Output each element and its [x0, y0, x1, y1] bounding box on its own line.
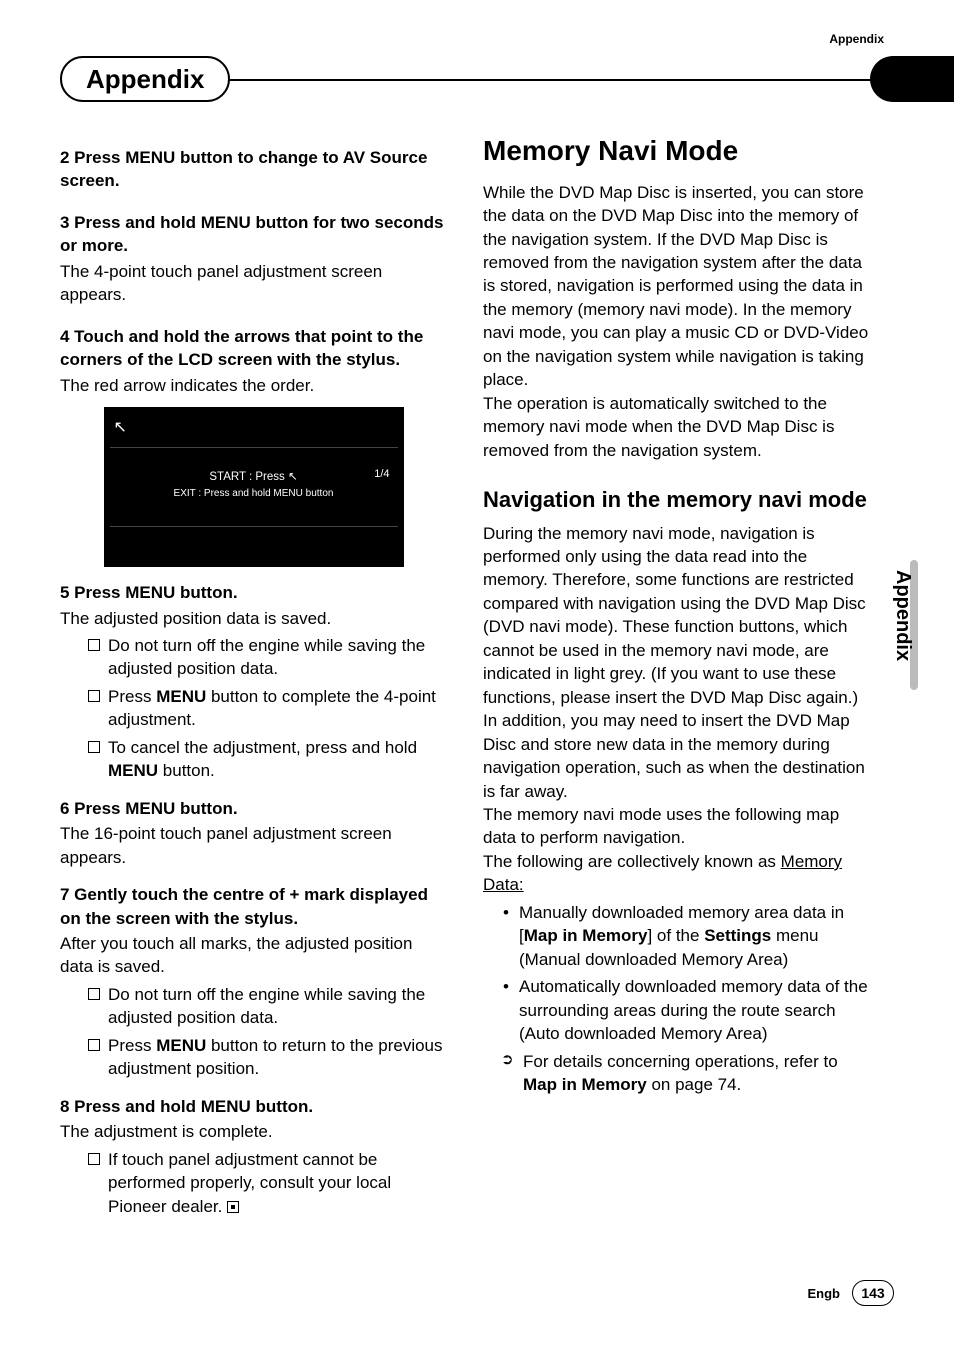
end-of-section-icon: [227, 1201, 239, 1213]
section-title: Appendix: [86, 64, 204, 95]
touch-adjust-screenshot: ↖ START : Press ↖ EXIT : Press and hold …: [104, 407, 404, 567]
step5-note2: Press MENU button to complete the 4-poin…: [88, 685, 447, 732]
nav-in-memory-p2: The memory navi mode uses the following …: [483, 803, 870, 850]
step-8-head: 8 Press and hold MENU button.: [60, 1095, 447, 1118]
step-2-head: 2 Press MENU button to change to AV Sour…: [60, 146, 447, 193]
page-footer: Engb 143: [808, 1280, 895, 1306]
screen-line2: EXIT : Press and hold MENU button: [104, 486, 404, 501]
step-3-head: 3 Press and hold MENU button for two sec…: [60, 211, 447, 258]
screen-line1a: START : Press: [209, 471, 288, 483]
step-8-body: The adjustment is complete.: [60, 1120, 447, 1143]
page-number: 143: [852, 1280, 894, 1306]
footer-lang: Engb: [808, 1286, 841, 1301]
step5-note3: To cancel the adjustment, press and hold…: [88, 736, 447, 783]
step7-note1: Do not turn off the engine while saving …: [88, 983, 447, 1030]
step-6-body: The 16-point touch panel adjustment scre…: [60, 822, 447, 869]
step-4-head: 4 Touch and hold the arrows that point t…: [60, 325, 447, 372]
left-column: 2 Press MENU button to change to AV Sour…: [60, 132, 447, 1226]
nav-in-memory-p3: The following are collectively known as …: [483, 850, 870, 897]
right-column: Memory Navi Mode While the DVD Map Disc …: [483, 132, 894, 1226]
screen-counter: 1/4: [374, 467, 389, 482]
step-7-body: After you touch all marks, the adjusted …: [60, 932, 447, 979]
step-5-head: 5 Press MENU button.: [60, 581, 447, 604]
screen-line1-arrow: ↖: [288, 471, 298, 483]
header-section-label: Appendix: [829, 32, 884, 46]
step7-note2: Press MENU button to return to the previ…: [88, 1034, 447, 1081]
memory-navi-heading: Memory Navi Mode: [483, 132, 870, 171]
section-header: Appendix: [60, 56, 894, 102]
step-6-head: 6 Press MENU button.: [60, 797, 447, 820]
arrow-icon: ↖: [114, 417, 127, 439]
memory-navi-p2: The operation is automatically switched …: [483, 392, 870, 462]
step-7-head: 7 Gently touch the centre of + mark disp…: [60, 883, 447, 930]
memory-data-item2: Automatically downloaded memory data of …: [501, 975, 870, 1045]
step5-note1: Do not turn off the engine while saving …: [88, 634, 447, 681]
step-3-body: The 4-point touch panel adjustment scree…: [60, 260, 447, 307]
step-4-body: The red arrow indicates the order.: [60, 374, 447, 397]
nav-in-memory-heading: Navigation in the memory navi mode: [483, 486, 870, 514]
side-tab-label: Appendix: [891, 570, 914, 661]
step-5-body: The adjusted position data is saved.: [60, 607, 447, 630]
memory-data-item1: Manually downloaded memory area data in …: [501, 901, 870, 971]
memory-data-xref: For details concerning operations, refer…: [501, 1050, 870, 1097]
memory-navi-p1: While the DVD Map Disc is inserted, you …: [483, 181, 870, 392]
nav-in-memory-p1: During the memory navi mode, navigation …: [483, 522, 870, 803]
step8-note1: If touch panel adjustment cannot be perf…: [88, 1148, 447, 1218]
